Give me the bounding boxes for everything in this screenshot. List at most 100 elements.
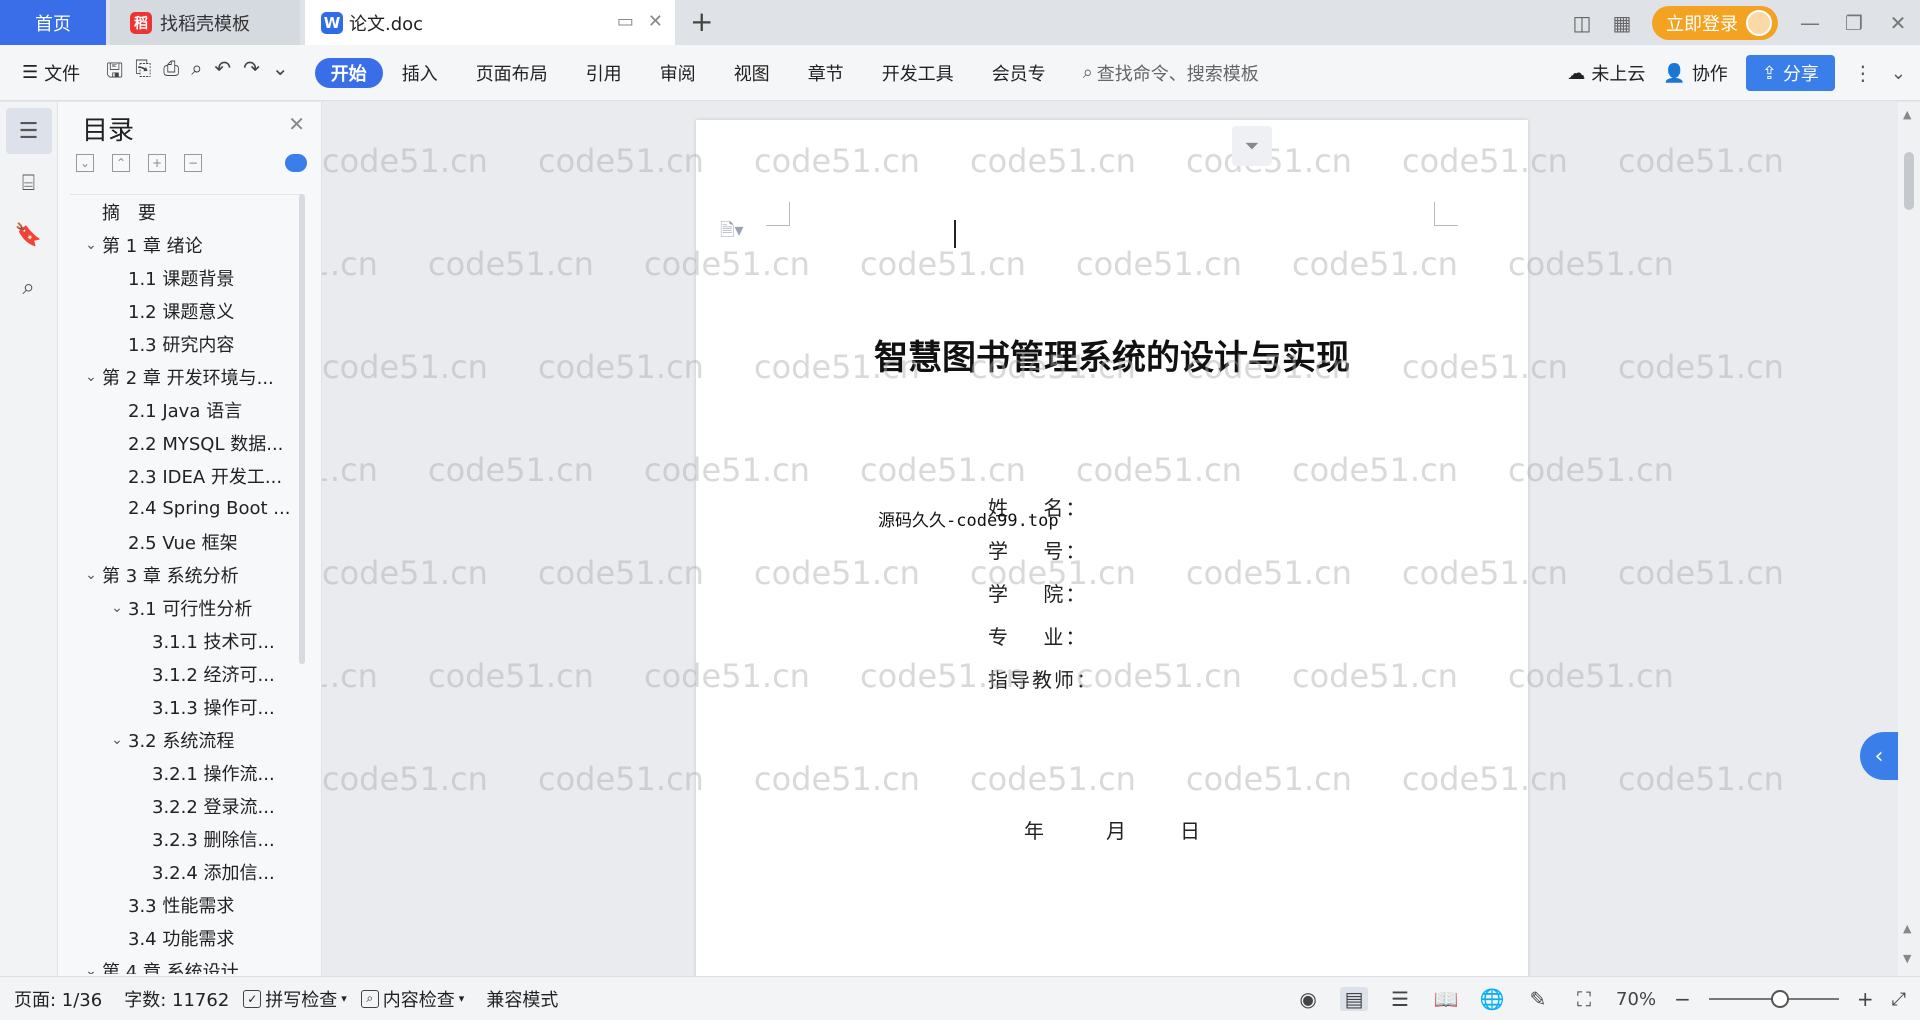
more-icon[interactable]: ⋮ bbox=[1853, 61, 1873, 85]
ribbon-tab[interactable]: 开始 bbox=[314, 57, 383, 88]
chevron-down-icon[interactable]: ⌄ bbox=[106, 600, 128, 616]
find-icon[interactable]: ⌕ bbox=[6, 264, 52, 310]
toc-item[interactable]: 摘 要 bbox=[70, 195, 302, 228]
ai-assistant-icon[interactable] bbox=[285, 154, 307, 172]
toc-item[interactable]: 3.3 性能需求 bbox=[70, 888, 302, 921]
scroll-thumb[interactable] bbox=[1904, 152, 1914, 210]
toc-item[interactable]: 3.1.2 经济可... bbox=[70, 657, 302, 690]
minimize-button[interactable]: — bbox=[1788, 0, 1832, 45]
chevron-down-icon[interactable]: ⌄ bbox=[80, 369, 102, 385]
page-view-icon[interactable]: ▤ bbox=[1340, 987, 1369, 1011]
toc-item[interactable]: 3.2.2 登录流... bbox=[70, 789, 302, 822]
ribbon-tab[interactable]: 开发工具 bbox=[863, 58, 973, 88]
expand-all-icon[interactable]: ⌄ bbox=[76, 154, 94, 172]
tab-templates[interactable]: 稻 找稻壳模板 bbox=[110, 0, 300, 45]
toc-item[interactable]: ⌄ 3.2 系统流程 bbox=[70, 723, 302, 756]
reading-view-icon[interactable]: 📖 bbox=[1432, 987, 1460, 1011]
toc-item[interactable]: 2.3 IDEA 开发工... bbox=[70, 459, 302, 492]
toc-item[interactable]: 2.4 Spring Boot ... bbox=[70, 492, 302, 525]
close-tab-icon[interactable]: ✕ bbox=[648, 11, 663, 32]
toc-item[interactable]: 3.1.3 操作可... bbox=[70, 690, 302, 723]
chevron-down-icon[interactable]: ⌄ bbox=[80, 567, 102, 583]
close-icon[interactable]: ✕ bbox=[288, 112, 305, 136]
toc-item[interactable]: 3.2.4 添加信... bbox=[70, 855, 302, 888]
undo-icon[interactable]: ↶ bbox=[214, 56, 231, 90]
zoom-in-button[interactable]: + bbox=[1857, 987, 1874, 1011]
command-search[interactable]: ⌕ 查找命令、搜索模板 bbox=[1083, 60, 1259, 86]
chevron-down-icon[interactable]: ⌄ bbox=[80, 963, 102, 975]
fullscreen-icon[interactable]: ⤢ bbox=[1892, 989, 1906, 1010]
toc-item[interactable]: 1.1 课题背景 bbox=[70, 261, 302, 294]
file-menu-button[interactable]: ☰ 文件 bbox=[22, 60, 80, 86]
filter-icon[interactable]: ⏷ bbox=[1232, 126, 1272, 166]
cloud-status-button[interactable]: ☁ 未上云 bbox=[1567, 60, 1645, 86]
toc-item[interactable]: ⌄ 第 3 章 系统分析 bbox=[70, 558, 302, 591]
remove-heading-icon[interactable]: − bbox=[184, 154, 202, 172]
web-view-icon[interactable]: 🌐 bbox=[1478, 987, 1506, 1011]
toc-item[interactable]: 3.2.1 操作流... bbox=[70, 756, 302, 789]
collapse-all-icon[interactable]: ⌃ bbox=[112, 154, 130, 172]
toc-item[interactable]: 1.2 课题意义 bbox=[70, 294, 302, 327]
zoom-out-button[interactable]: − bbox=[1674, 987, 1691, 1011]
share-button[interactable]: ⇪ 分享 bbox=[1745, 55, 1835, 91]
print-preview-icon[interactable]: ⌕ bbox=[191, 56, 202, 90]
toc-item[interactable]: 2.2 MYSQL 数据... bbox=[70, 426, 302, 459]
ribbon-tab[interactable]: 插入 bbox=[383, 58, 457, 88]
scroll-up-icon[interactable]: ▲ bbox=[1903, 108, 1911, 121]
navigation-icon[interactable]: ⌸ bbox=[6, 160, 52, 206]
chevron-down-icon[interactable]: ⌄ bbox=[80, 237, 102, 253]
toc-item[interactable]: 1.3 研究内容 bbox=[70, 327, 302, 360]
screen-icon[interactable]: ▭ bbox=[617, 11, 634, 32]
outline-view-icon[interactable]: ☰ bbox=[1386, 987, 1414, 1011]
toc-item[interactable]: 2.1 Java 语言 bbox=[70, 393, 302, 426]
writing-mode-icon[interactable]: ✎ bbox=[1524, 987, 1552, 1011]
save-icon[interactable]: 🖫 bbox=[106, 56, 123, 90]
zoom-slider-knob[interactable] bbox=[1771, 990, 1790, 1008]
zoom-level[interactable]: 70% bbox=[1616, 989, 1656, 1010]
toc-scrollbar[interactable] bbox=[299, 194, 305, 664]
spell-check-button[interactable]: ✓ 拼写检查 ▾ bbox=[243, 986, 347, 1012]
redo-icon[interactable]: ↷ bbox=[243, 56, 260, 90]
vertical-scrollbar[interactable]: ▲ ▲ ▼ bbox=[1898, 102, 1920, 976]
eye-protection-icon[interactable]: ◉ bbox=[1294, 987, 1322, 1011]
restore-button[interactable]: ❐ bbox=[1832, 0, 1876, 45]
apps-grid-icon[interactable]: ▦ bbox=[1602, 0, 1642, 45]
word-count[interactable]: 字数: 11762 bbox=[124, 986, 229, 1012]
fit-page-icon[interactable]: ⛶ bbox=[1570, 987, 1598, 1011]
ribbon-tab[interactable]: 章节 bbox=[789, 58, 863, 88]
document-page[interactable]: 🗎▾ 智慧图书管理系统的设计与实现 姓 名： 学 号： 学 院： 专 业： 指导… bbox=[696, 120, 1528, 976]
ribbon-tab[interactable]: 审阅 bbox=[641, 58, 715, 88]
ribbon-tab[interactable]: 页面布局 bbox=[457, 58, 567, 88]
toc-item[interactable]: ⌄ 第 1 章 绪论 bbox=[70, 228, 302, 261]
toc-item[interactable]: 2.5 Vue 框架 bbox=[70, 525, 302, 558]
toc-item[interactable]: ⌄ 3.1 可行性分析 bbox=[70, 591, 302, 624]
ribbon-tab[interactable]: 会员专 bbox=[973, 58, 1065, 88]
new-tab-button[interactable]: + bbox=[690, 6, 713, 38]
toc-panel-icon[interactable]: ☰ bbox=[5, 108, 52, 154]
tab-home[interactable]: 首页 bbox=[0, 0, 106, 45]
page-count[interactable]: 页面: 1/36 bbox=[14, 986, 102, 1012]
toc-item[interactable]: 3.4 功能需求 bbox=[70, 921, 302, 954]
zoom-slider[interactable] bbox=[1708, 990, 1839, 1008]
ribbon-tab[interactable]: 视图 bbox=[715, 58, 789, 88]
collab-button[interactable]: 👤 协作 bbox=[1663, 60, 1727, 86]
export-pdf-icon[interactable]: ⎘ bbox=[135, 56, 151, 90]
tab-document[interactable]: W 论文.doc ▭ ✕ bbox=[305, 0, 675, 45]
print-icon[interactable]: ⎙ bbox=[163, 56, 179, 90]
next-page-icon[interactable]: ▼ bbox=[1903, 952, 1911, 965]
collapse-ribbon-icon[interactable]: ⌄ bbox=[1891, 63, 1906, 84]
ribbon-tab[interactable]: 引用 bbox=[567, 58, 641, 88]
bookmark-icon[interactable]: 🔖 bbox=[6, 212, 52, 258]
chevron-down-icon[interactable]: ⌄ bbox=[106, 732, 128, 748]
login-button[interactable]: 立即登录 bbox=[1652, 5, 1778, 40]
close-window-button[interactable]: ✕ bbox=[1876, 0, 1920, 45]
customize-dropdown-icon[interactable]: ⌄ bbox=[272, 56, 289, 90]
add-heading-icon[interactable]: + bbox=[148, 154, 166, 172]
prev-page-icon[interactable]: ▲ bbox=[1903, 922, 1911, 935]
reading-mode-icon[interactable]: ◫ bbox=[1562, 0, 1602, 45]
toc-item[interactable]: ⌄ 第 4 章 系统设计 bbox=[70, 954, 302, 975]
content-check-button[interactable]: ⌕ 内容检查 ▾ bbox=[360, 986, 464, 1012]
toc-item[interactable]: 3.2.3 删除信... bbox=[70, 822, 302, 855]
toc-item[interactable]: ⌄ 第 2 章 开发环境与... bbox=[70, 360, 302, 393]
toc-item[interactable]: 3.1.1 技术可... bbox=[70, 624, 302, 657]
